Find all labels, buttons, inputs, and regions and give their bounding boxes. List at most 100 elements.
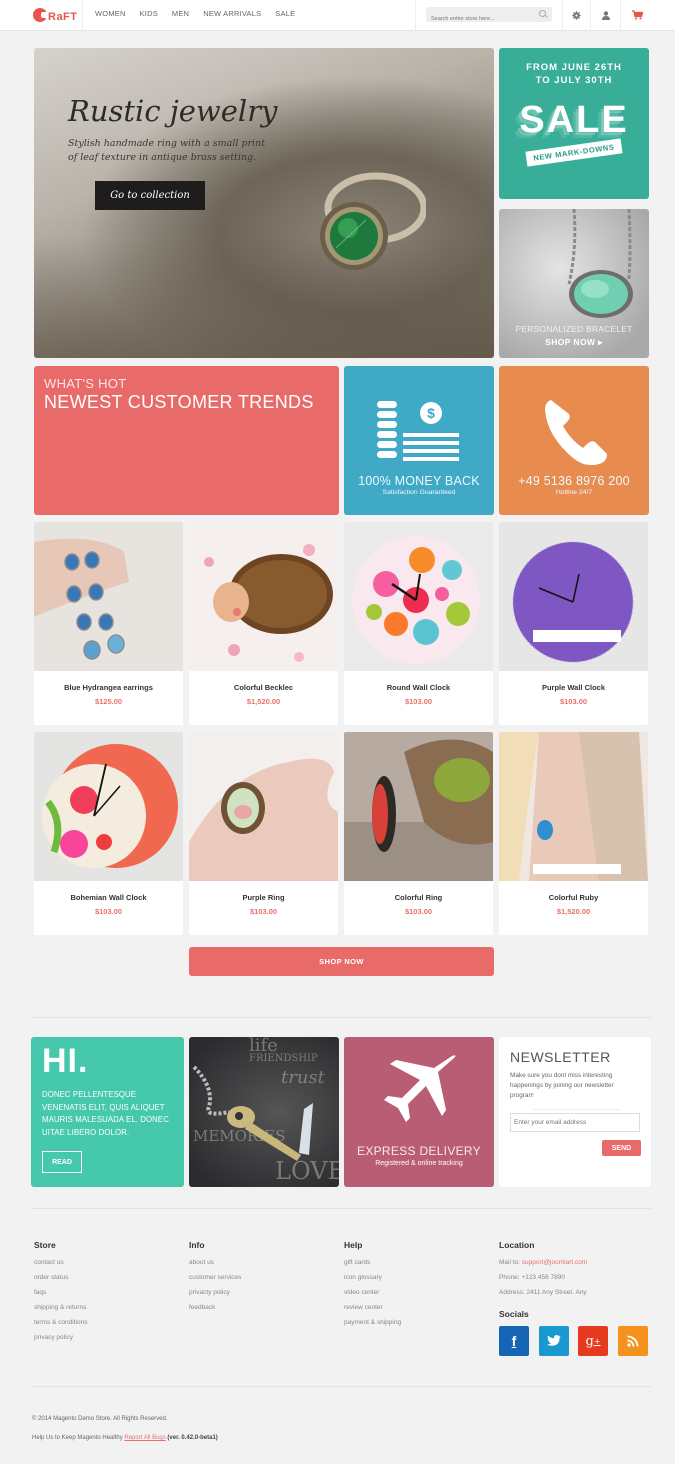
search-input[interactable] xyxy=(426,11,552,27)
divider xyxy=(31,1386,651,1387)
express-delivery-subtitle: Registered & online tracking xyxy=(375,1160,463,1167)
cart-icon[interactable] xyxy=(631,9,643,21)
report-bugs-link[interactable]: Report All Bugs xyxy=(124,1435,165,1441)
hotline-banner[interactable]: +49 5136 8976 200 Hotline 24/7 xyxy=(499,366,649,515)
bracelet-image xyxy=(567,209,633,318)
bracelet-shop-now-link[interactable]: SHOP NOW ▸ xyxy=(499,337,649,348)
footer-link[interactable]: feedback xyxy=(189,1300,241,1315)
hero-subtitle: Stylish handmade ring with a small print… xyxy=(68,138,266,163)
phone-icon xyxy=(545,400,607,466)
nav-new-arrivals[interactable]: NEW ARRIVALS xyxy=(203,9,261,18)
airplane-icon xyxy=(384,1055,456,1122)
go-to-collection-button[interactable]: Go to collection xyxy=(95,181,205,210)
shop-now-button[interactable]: SHOP NOW xyxy=(189,947,494,976)
express-delivery-title: EXPRESS DELIVERY xyxy=(357,1144,481,1158)
money-back-banner[interactable]: $ 100% MONEY BACK Satisfaction Guarantee… xyxy=(344,366,494,515)
footer-link[interactable]: video center xyxy=(344,1285,401,1300)
hotline-subtitle: Hotline 24/7 xyxy=(555,489,593,496)
product-image xyxy=(499,522,648,671)
sale-headline: SALE xyxy=(519,99,629,141)
main-nav: WOMEN KIDS MEN NEW ARRIVALS SALE xyxy=(95,9,309,18)
support-email-link[interactable]: support@joomlart.com xyxy=(522,1259,587,1266)
location-phone: Phone: +123 456 7890 xyxy=(499,1274,565,1281)
site-header: RaFT WOMEN KIDS MEN NEW ARRIVALS SALE xyxy=(0,0,675,31)
product-card[interactable]: Round Wall Clock $103.00 xyxy=(344,522,493,725)
footer-link[interactable]: gift cards xyxy=(344,1255,401,1270)
footer-link[interactable]: about us xyxy=(189,1255,241,1270)
express-delivery-banner[interactable]: EXPRESS DELIVERY Registered & online tra… xyxy=(344,1037,494,1187)
footer-link[interactable]: order status xyxy=(34,1270,87,1285)
location-address: Address: 2411 Any Street. Any xyxy=(499,1289,587,1296)
account-icon[interactable] xyxy=(600,9,612,21)
product-name[interactable]: Purple Ring xyxy=(189,893,338,902)
newsletter-email-input[interactable] xyxy=(510,1113,640,1132)
sale-date-to: TO JULY 30TH xyxy=(535,75,613,86)
twitter-icon[interactable] xyxy=(539,1326,569,1356)
divider xyxy=(31,1208,651,1209)
help-text: Help Us to Keep Magento Healthy xyxy=(32,1435,125,1441)
sale-banner[interactable]: FROM JUNE 26TH TO JULY 30TH SALE NEW MAR… xyxy=(499,48,649,199)
rss-icon[interactable] xyxy=(618,1326,648,1356)
hi-banner: HI. DONEC PELLENTESQUE VENENATIS ELIT, Q… xyxy=(31,1037,184,1187)
product-image xyxy=(499,732,648,881)
facebook-icon[interactable]: f xyxy=(499,1326,529,1356)
search-icon[interactable] xyxy=(539,10,546,17)
footer-link[interactable]: payment & shipping xyxy=(344,1315,401,1330)
product-name[interactable]: Bohemian Wall Clock xyxy=(34,893,183,902)
ring-image xyxy=(320,172,426,270)
product-card[interactable]: Colorful Ruby $1,520.00 xyxy=(499,732,648,935)
copyright: © 2014 Magento Demo Store. All Rights Re… xyxy=(32,1416,168,1422)
product-card[interactable]: Colorful Becklec $1,520.00 xyxy=(189,522,338,725)
whats-hot-banner[interactable]: WHAT'S HOT NEWEST CUSTOMER TRENDS xyxy=(34,366,339,515)
product-name[interactable]: Colorful Ruby xyxy=(499,893,648,902)
product-card[interactable]: Colorful Ring $103.00 xyxy=(344,732,493,935)
product-image xyxy=(189,732,338,881)
bracelet-banner[interactable]: PERSONALIZED BRACELET SHOP NOW ▸ xyxy=(499,209,649,358)
footer-link[interactable]: terms & conditions xyxy=(34,1315,87,1330)
version-text: (ver. 0.42.0-beta1) xyxy=(167,1435,218,1441)
product-price: $1,520.00 xyxy=(556,907,591,916)
nav-sale[interactable]: SALE xyxy=(275,9,295,18)
product-name[interactable]: Purple Wall Clock xyxy=(499,683,648,692)
nav-women[interactable]: WOMEN xyxy=(95,9,126,18)
footer-link[interactable]: faqs xyxy=(34,1285,87,1300)
product-card[interactable]: Purple Ring $103.00 xyxy=(189,732,338,935)
location-mail: Mail to: support@joomlart.com xyxy=(499,1255,587,1270)
search-box xyxy=(426,7,552,27)
footer-heading: Help xyxy=(344,1240,363,1250)
product-card[interactable]: Blue Hydrangea earrings $125.00 xyxy=(34,522,183,725)
key-pendant-image[interactable]: life FRIENDSHIP trust MEMORIES LOVE xyxy=(189,1037,339,1187)
newsletter-block: NEWSLETTER Make sure you dont miss inter… xyxy=(499,1037,651,1187)
product-name[interactable]: Blue Hydrangea earrings xyxy=(34,683,183,692)
read-button[interactable]: READ xyxy=(42,1151,82,1173)
footer-location-column: Location Mail to: support@joomlart.com P… xyxy=(499,1240,587,1324)
footer-link[interactable]: contact us xyxy=(34,1255,87,1270)
nav-men[interactable]: MEN xyxy=(172,9,189,18)
footer-link[interactable]: shipping & returns xyxy=(34,1300,87,1315)
newsletter-title: NEWSLETTER xyxy=(510,1049,611,1065)
product-name[interactable]: Colorful Becklec xyxy=(189,683,338,692)
footer-link[interactable]: customer services xyxy=(189,1270,241,1285)
newsletter-send-button[interactable]: SEND xyxy=(602,1140,641,1156)
footer-link[interactable]: review center xyxy=(344,1300,401,1315)
product-image xyxy=(189,522,338,671)
product-price: $103.00 xyxy=(404,697,433,706)
whats-hot-label: WHAT'S HOT xyxy=(44,376,127,391)
product-price: $103.00 xyxy=(94,907,123,916)
product-name[interactable]: Colorful Ring xyxy=(344,893,493,902)
logo[interactable]: RaFT xyxy=(33,5,78,25)
product-card[interactable]: Purple Wall Clock $103.00 xyxy=(499,522,648,725)
nav-kids[interactable]: KIDS xyxy=(140,9,158,18)
product-card[interactable]: Bohemian Wall Clock $103.00 xyxy=(34,732,183,935)
footer-link[interactable]: privacty policy xyxy=(189,1285,241,1300)
sale-dates: FROM JUNE 26TH TO JULY 30TH xyxy=(499,61,649,87)
footer-link[interactable]: privacy policy xyxy=(34,1330,87,1345)
hero-banner[interactable]: Rustic jewelry Stylish handmade ring wit… xyxy=(34,48,494,358)
logo-mark-icon xyxy=(33,8,48,22)
settings-icon[interactable] xyxy=(570,9,582,21)
footer-link[interactable]: icon glossary xyxy=(344,1270,401,1285)
footer-heading: Location xyxy=(499,1240,535,1250)
product-image xyxy=(34,522,183,671)
google-plus-icon[interactable]: g + xyxy=(578,1326,608,1356)
product-name[interactable]: Round Wall Clock xyxy=(344,683,493,692)
